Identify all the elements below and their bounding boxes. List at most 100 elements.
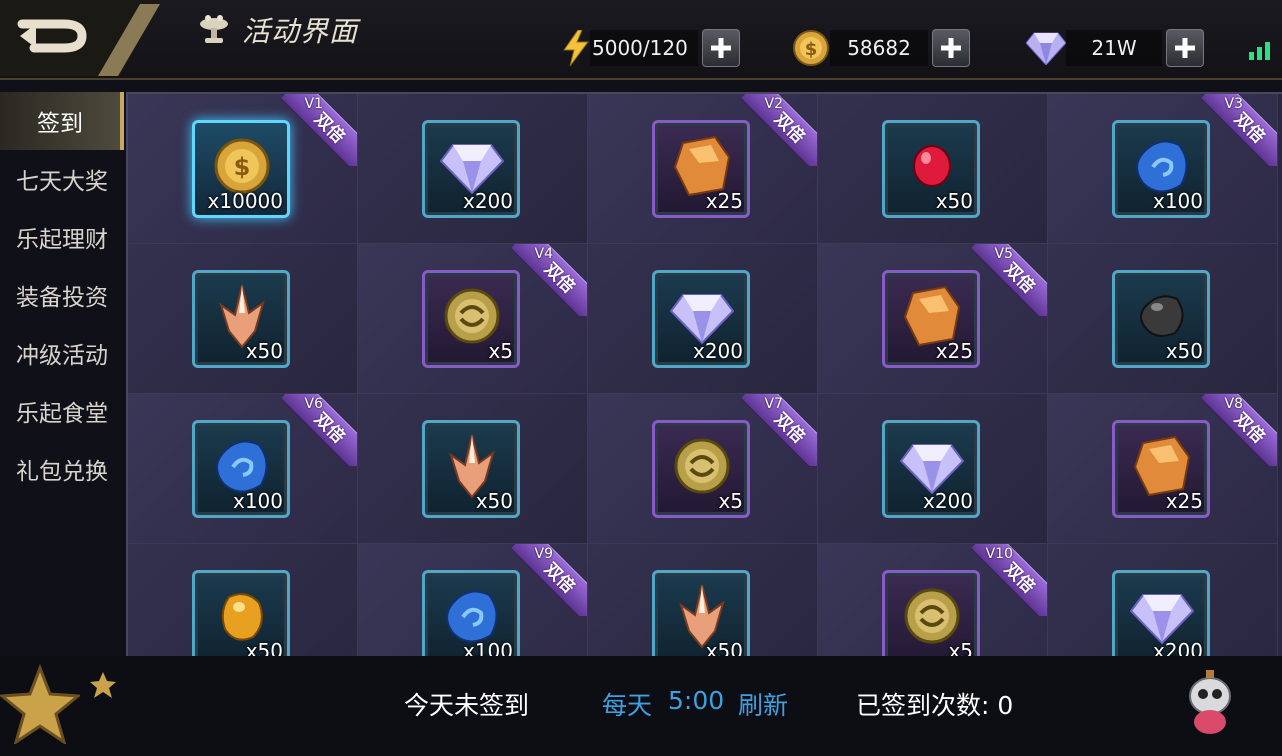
sidebar-item-level-up[interactable]: 冲级活动	[0, 324, 124, 382]
vip-double-ribbon: V7 双倍	[741, 394, 817, 466]
reward-cell[interactable]: x200	[358, 94, 588, 244]
reward-item-slot[interactable]: x50	[882, 120, 980, 218]
sidebar-item-label: 冲级活动	[16, 343, 108, 369]
refresh-suffix: 刷新	[738, 691, 789, 720]
lightning-icon	[563, 30, 589, 66]
reward-item-slot[interactable]: x5	[652, 420, 750, 518]
reward-item-slot[interactable]: x50	[192, 570, 290, 656]
reward-quantity: x5	[718, 489, 743, 513]
add-gold-button[interactable]	[932, 29, 970, 67]
reward-quantity: x5	[948, 639, 973, 656]
svg-text:$: $	[234, 153, 251, 181]
reward-quantity: x200	[1152, 639, 1203, 656]
mascot-icon[interactable]	[1178, 666, 1242, 738]
reward-quantity: x50	[935, 189, 973, 213]
reward-cell[interactable]: x100 V3 双倍	[1048, 94, 1278, 244]
reward-cell[interactable]: x200	[588, 244, 818, 394]
reward-quantity: x100	[232, 489, 283, 513]
footer: 今天未签到 每天 5:00 刷新 已签到次数: 0	[0, 656, 1282, 756]
reward-cell[interactable]: x50	[1048, 244, 1278, 394]
reward-cell[interactable]: x200	[818, 394, 1048, 544]
refresh-time: 5:00	[668, 686, 725, 715]
reward-cell[interactable]: x25 V8 双倍	[1048, 394, 1278, 544]
reward-grid: $ x10000 V1 双倍 x200 x25 V2 双倍 x50 x100 V3 双倍 x50 x5 V4…	[126, 92, 1282, 656]
reward-quantity: x50	[1165, 339, 1203, 363]
reward-item-slot[interactable]: x100	[422, 570, 520, 656]
vip-double-ribbon: V9 双倍	[511, 544, 587, 616]
reward-item-slot[interactable]: x100	[192, 420, 290, 518]
diamond-icon	[1026, 32, 1066, 65]
sidebar-item-canteen[interactable]: 乐起食堂	[0, 382, 124, 440]
reward-cell[interactable]: x25 V5 双倍	[818, 244, 1048, 394]
vip-double-ribbon: V4 双倍	[511, 244, 587, 316]
reward-item-slot[interactable]: x5	[422, 270, 520, 368]
reward-item-slot[interactable]: $ x10000	[192, 120, 290, 218]
reward-item-slot[interactable]: x100	[1112, 120, 1210, 218]
reward-cell[interactable]: x50	[128, 244, 358, 394]
page-title-wrap: 活动界面	[196, 10, 358, 50]
reward-item-slot[interactable]: x5	[882, 570, 980, 656]
reward-quantity: x25	[1165, 489, 1203, 513]
small-star-icon	[90, 672, 116, 698]
sidebar-item-signin[interactable]: 签到	[0, 92, 124, 150]
reward-quantity: x200	[462, 189, 513, 213]
reward-item-slot[interactable]: x50	[422, 420, 520, 518]
reward-cell[interactable]: x50	[818, 94, 1048, 244]
reward-item-slot[interactable]: x200	[882, 420, 980, 518]
reward-item-slot[interactable]: x25	[1112, 420, 1210, 518]
reward-quantity: x50	[245, 639, 283, 656]
reward-cell[interactable]: $ x10000 V1 双倍	[128, 94, 358, 244]
star-decoration-icon	[0, 664, 80, 744]
reward-cell[interactable]: x50	[588, 544, 818, 656]
reward-quantity: x200	[922, 489, 973, 513]
vip-double-ribbon: V6 双倍	[281, 394, 357, 466]
reward-cell[interactable]: x5 V4 双倍	[358, 244, 588, 394]
reward-cell[interactable]: x50	[128, 544, 358, 656]
reward-cell[interactable]: x25 V2 双倍	[588, 94, 818, 244]
sidebar-item-label: 七天大奖	[16, 169, 108, 195]
reward-cell[interactable]: x100 V6 双倍	[128, 394, 358, 544]
reward-cell[interactable]: x100 V9 双倍	[358, 544, 588, 656]
sidebar-item-label: 签到	[37, 111, 83, 137]
reward-item-slot[interactable]: x200	[1112, 570, 1210, 656]
svg-text:$: $	[805, 39, 818, 60]
chalice-icon	[200, 15, 228, 43]
diamond-resource: 21W	[1026, 28, 1204, 68]
reward-cell[interactable]: x5 V7 双倍	[588, 394, 818, 544]
reward-quantity: x5	[488, 339, 513, 363]
reward-quantity: x200	[692, 339, 743, 363]
add-diamond-button[interactable]	[1166, 29, 1204, 67]
reward-item-slot[interactable]: x200	[652, 270, 750, 368]
vip-double-ribbon: V1 双倍	[281, 94, 357, 166]
sidebar: 签到 七天大奖 乐起理财 装备投资 冲级活动 乐起食堂 礼包兑换	[0, 90, 124, 656]
refresh-label: 每天	[602, 691, 653, 720]
reward-quantity: x50	[475, 489, 513, 513]
reward-item-slot[interactable]: x50	[652, 570, 750, 656]
reward-quantity: x25	[935, 339, 973, 363]
sidebar-item-equipment-invest[interactable]: 装备投资	[0, 266, 124, 324]
reward-item-slot[interactable]: x50	[1112, 270, 1210, 368]
sidebar-item-label: 礼包兑换	[16, 459, 108, 485]
vip-double-ribbon: V2 双倍	[741, 94, 817, 166]
reward-cell[interactable]: x50	[358, 394, 588, 544]
sidebar-item-finance[interactable]: 乐起理财	[0, 208, 124, 266]
gold-resource: $ 58682	[792, 28, 970, 68]
reward-quantity: x10000	[207, 189, 283, 213]
reward-quantity: x100	[462, 639, 513, 656]
sidebar-item-label: 装备投资	[16, 285, 108, 311]
sidebar-item-gift-code[interactable]: 礼包兑换	[0, 440, 124, 498]
back-button[interactable]	[0, 0, 160, 76]
reward-cell[interactable]: x5 V10 双倍	[818, 544, 1048, 656]
diamond-value: 21W	[1066, 30, 1162, 66]
add-energy-button[interactable]	[701, 29, 740, 67]
reward-cell[interactable]: x200	[1048, 544, 1278, 656]
reward-quantity: x50	[705, 639, 743, 656]
energy-resource: 5000/120	[562, 28, 740, 68]
signin-status: 今天未签到	[404, 691, 530, 720]
sidebar-item-seven-day[interactable]: 七天大奖	[0, 150, 124, 208]
vip-double-ribbon: V5 双倍	[971, 244, 1047, 316]
reward-item-slot[interactable]: x25	[652, 120, 750, 218]
reward-item-slot[interactable]: x200	[422, 120, 520, 218]
reward-item-slot[interactable]: x25	[882, 270, 980, 368]
reward-item-slot[interactable]: x50	[192, 270, 290, 368]
